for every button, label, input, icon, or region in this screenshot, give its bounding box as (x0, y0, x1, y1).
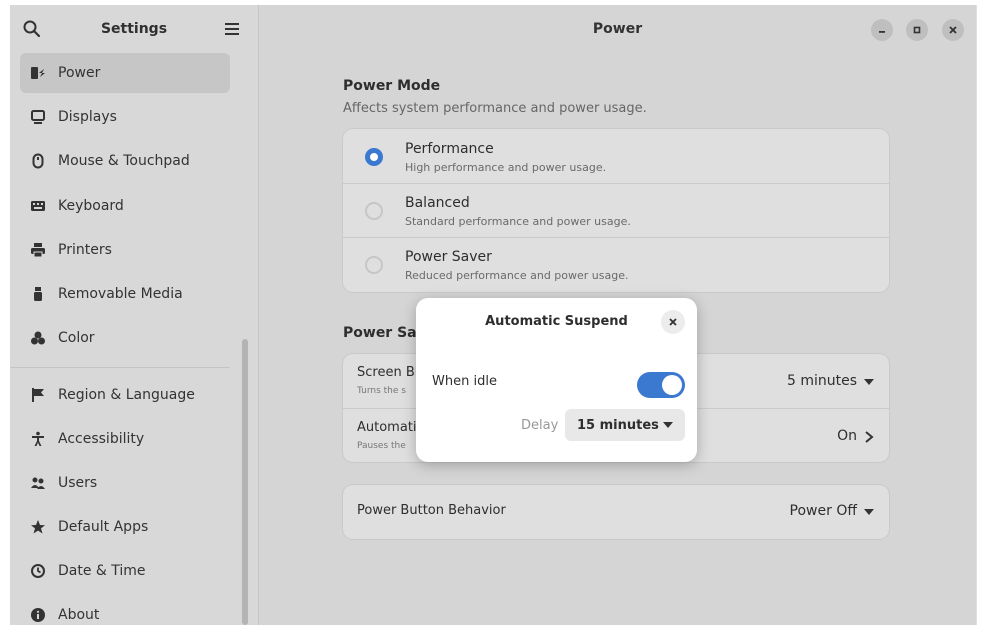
sidebar-item-power[interactable]: Power (20, 53, 230, 93)
maximize-button[interactable] (906, 19, 928, 41)
option-title: Performance (405, 141, 494, 157)
info-icon (30, 607, 46, 623)
sidebar-item-label: About (58, 607, 100, 623)
sidebar-item-displays[interactable]: Displays (20, 97, 230, 137)
sidebar-header: Settings (10, 5, 258, 53)
power-button-value[interactable]: Power Off (790, 503, 857, 519)
performance-radio[interactable] (365, 148, 383, 166)
option-title: Balanced (405, 195, 470, 211)
sidebar-item-label: Power (58, 65, 101, 81)
power-mode-option-power-saver[interactable]: Power Saver Reduced performance and powe… (343, 237, 889, 292)
sidebar-item-label: Removable Media (58, 286, 183, 302)
printer-icon (30, 242, 46, 258)
close-icon (949, 26, 957, 34)
option-subtitle: High performance and power usage. (405, 161, 607, 174)
row-label: Screen Bl (357, 365, 419, 380)
sidebar-item-default-apps[interactable]: Default Apps (20, 507, 230, 547)
sidebar-separator (10, 367, 230, 368)
clock-icon (30, 563, 46, 579)
sidebar: Settings Power Displays Mouse & Touchpad… (10, 5, 259, 625)
delay-dropdown[interactable]: 15 minutes (565, 409, 685, 441)
power-mode-card: Performance High performance and power u… (343, 129, 889, 292)
row-subtitle: Pauses the (357, 441, 406, 451)
option-subtitle: Standard performance and power usage. (405, 215, 631, 228)
close-button[interactable] (942, 19, 964, 41)
flag-icon (30, 387, 46, 403)
power-button-card: Power Button Behavior Power Off (343, 485, 889, 539)
row-label: Automati (357, 420, 417, 435)
power-mode-subtitle: Affects system performance and power usa… (343, 101, 647, 116)
power-mode-option-balanced[interactable]: Balanced Standard performance and power … (343, 183, 889, 238)
sidebar-item-label: Accessibility (58, 431, 145, 447)
sidebar-item-label: Displays (58, 109, 117, 125)
keyboard-icon (30, 198, 46, 214)
power-saver-radio[interactable] (365, 256, 383, 274)
sidebar-item-color[interactable]: Color (20, 318, 230, 358)
row-label: Power Button Behavior (357, 503, 506, 518)
option-title: Power Saver (405, 249, 492, 265)
sidebar-scrollbar[interactable] (242, 339, 248, 625)
chevron-down-icon (663, 422, 673, 428)
sidebar-item-removable-media[interactable]: Removable Media (20, 274, 230, 314)
sidebar-item-about[interactable]: About (20, 595, 230, 625)
delay-value: 15 minutes (577, 417, 659, 433)
power-mode-title: Power Mode (343, 78, 441, 94)
sidebar-item-label: Mouse & Touchpad (58, 153, 190, 169)
sidebar-item-printers[interactable]: Printers (20, 230, 230, 270)
option-subtitle: Reduced performance and power usage. (405, 269, 629, 282)
background-window-edge (976, 5, 984, 625)
power-button-row[interactable]: Power Button Behavior Power Off (343, 485, 889, 539)
sidebar-item-label: Date & Time (58, 563, 146, 579)
screen-blank-value[interactable]: 5 minutes (787, 373, 857, 389)
power-mode-option-performance[interactable]: Performance High performance and power u… (343, 129, 889, 183)
dialog-close-button[interactable] (661, 310, 685, 334)
sidebar-item-accessibility[interactable]: Accessibility (20, 419, 230, 459)
sidebar-item-keyboard[interactable]: Keyboard (20, 186, 230, 226)
when-idle-toggle[interactable] (637, 372, 685, 398)
chevron-down-icon (864, 379, 874, 385)
color-icon (30, 330, 46, 346)
row-subtitle: Turns the s (357, 386, 406, 396)
minimize-icon (879, 31, 885, 33)
balanced-radio[interactable] (365, 202, 383, 220)
when-idle-label: When idle (432, 374, 497, 389)
sidebar-item-label: Printers (58, 242, 112, 258)
sidebar-item-label: Default Apps (58, 519, 149, 535)
chevron-down-icon (864, 509, 874, 515)
minimize-button[interactable] (871, 19, 893, 41)
users-icon (30, 475, 46, 491)
mouse-icon (30, 153, 46, 169)
sidebar-item-users[interactable]: Users (20, 463, 230, 503)
maximize-icon (913, 26, 921, 34)
sidebar-item-date-time[interactable]: Date & Time (20, 551, 230, 591)
sidebar-item-label: Color (58, 330, 95, 346)
automatic-suspend-value: On (837, 428, 857, 444)
page-title: Power (592, 21, 643, 37)
dialog-title: Automatic Suspend (485, 314, 628, 329)
accessibility-icon (30, 431, 46, 447)
display-icon (30, 109, 46, 125)
power-icon (30, 65, 46, 81)
chevron-right-icon (865, 431, 874, 443)
close-icon (669, 318, 677, 326)
sidebar-title: Settings (100, 21, 168, 37)
delay-label: Delay (521, 418, 559, 433)
sidebar-item-label: Users (58, 475, 98, 491)
sidebar-item-label: Region & Language (58, 387, 195, 403)
sidebar-item-mouse-touchpad[interactable]: Mouse & Touchpad (20, 141, 230, 181)
hamburger-menu-icon[interactable] (222, 19, 242, 39)
star-icon (30, 519, 46, 535)
automatic-suspend-dialog: Automatic Suspend When idle Delay 15 min… (416, 298, 697, 462)
sidebar-item-region-language[interactable]: Region & Language (20, 375, 230, 415)
sidebar-item-label: Keyboard (58, 198, 124, 214)
usb-icon (30, 286, 46, 302)
